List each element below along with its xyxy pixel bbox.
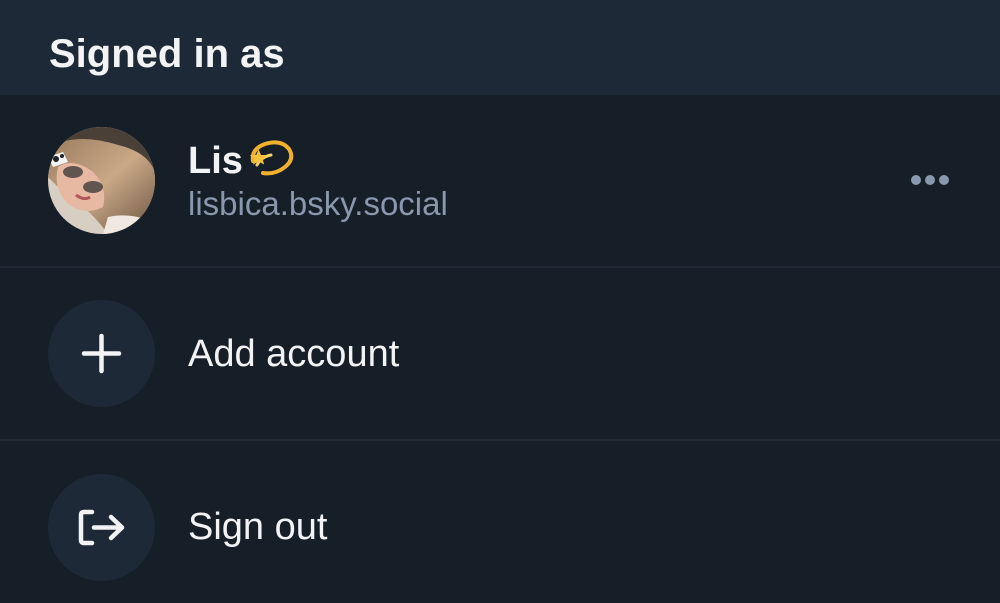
dizzy-star-icon: [247, 135, 295, 190]
sign-out-icon: [78, 509, 125, 546]
more-options-button[interactable]: [900, 165, 960, 195]
add-account-row[interactable]: Add account: [0, 268, 1000, 439]
add-account-button[interactable]: [48, 300, 155, 407]
display-name-text: Lis: [188, 140, 243, 182]
ellipsis-icon: [911, 175, 949, 185]
avatar[interactable]: [48, 127, 155, 234]
account-handle: lisbica.bsky.social: [188, 185, 448, 222]
plus-icon: [81, 333, 122, 374]
account-row[interactable]: Lis lisbica.bsky.social: [0, 95, 1000, 267]
avatar-photo: [48, 127, 155, 234]
add-account-label[interactable]: Add account: [188, 331, 399, 377]
display-name: Lis: [188, 135, 295, 190]
sign-out-row[interactable]: Sign out: [0, 441, 1000, 603]
header-title: Signed in as: [49, 32, 285, 76]
sign-out-label[interactable]: Sign out: [188, 504, 327, 550]
sign-out-button[interactable]: [48, 474, 155, 581]
signed-in-header: Signed in as: [0, 0, 1000, 95]
